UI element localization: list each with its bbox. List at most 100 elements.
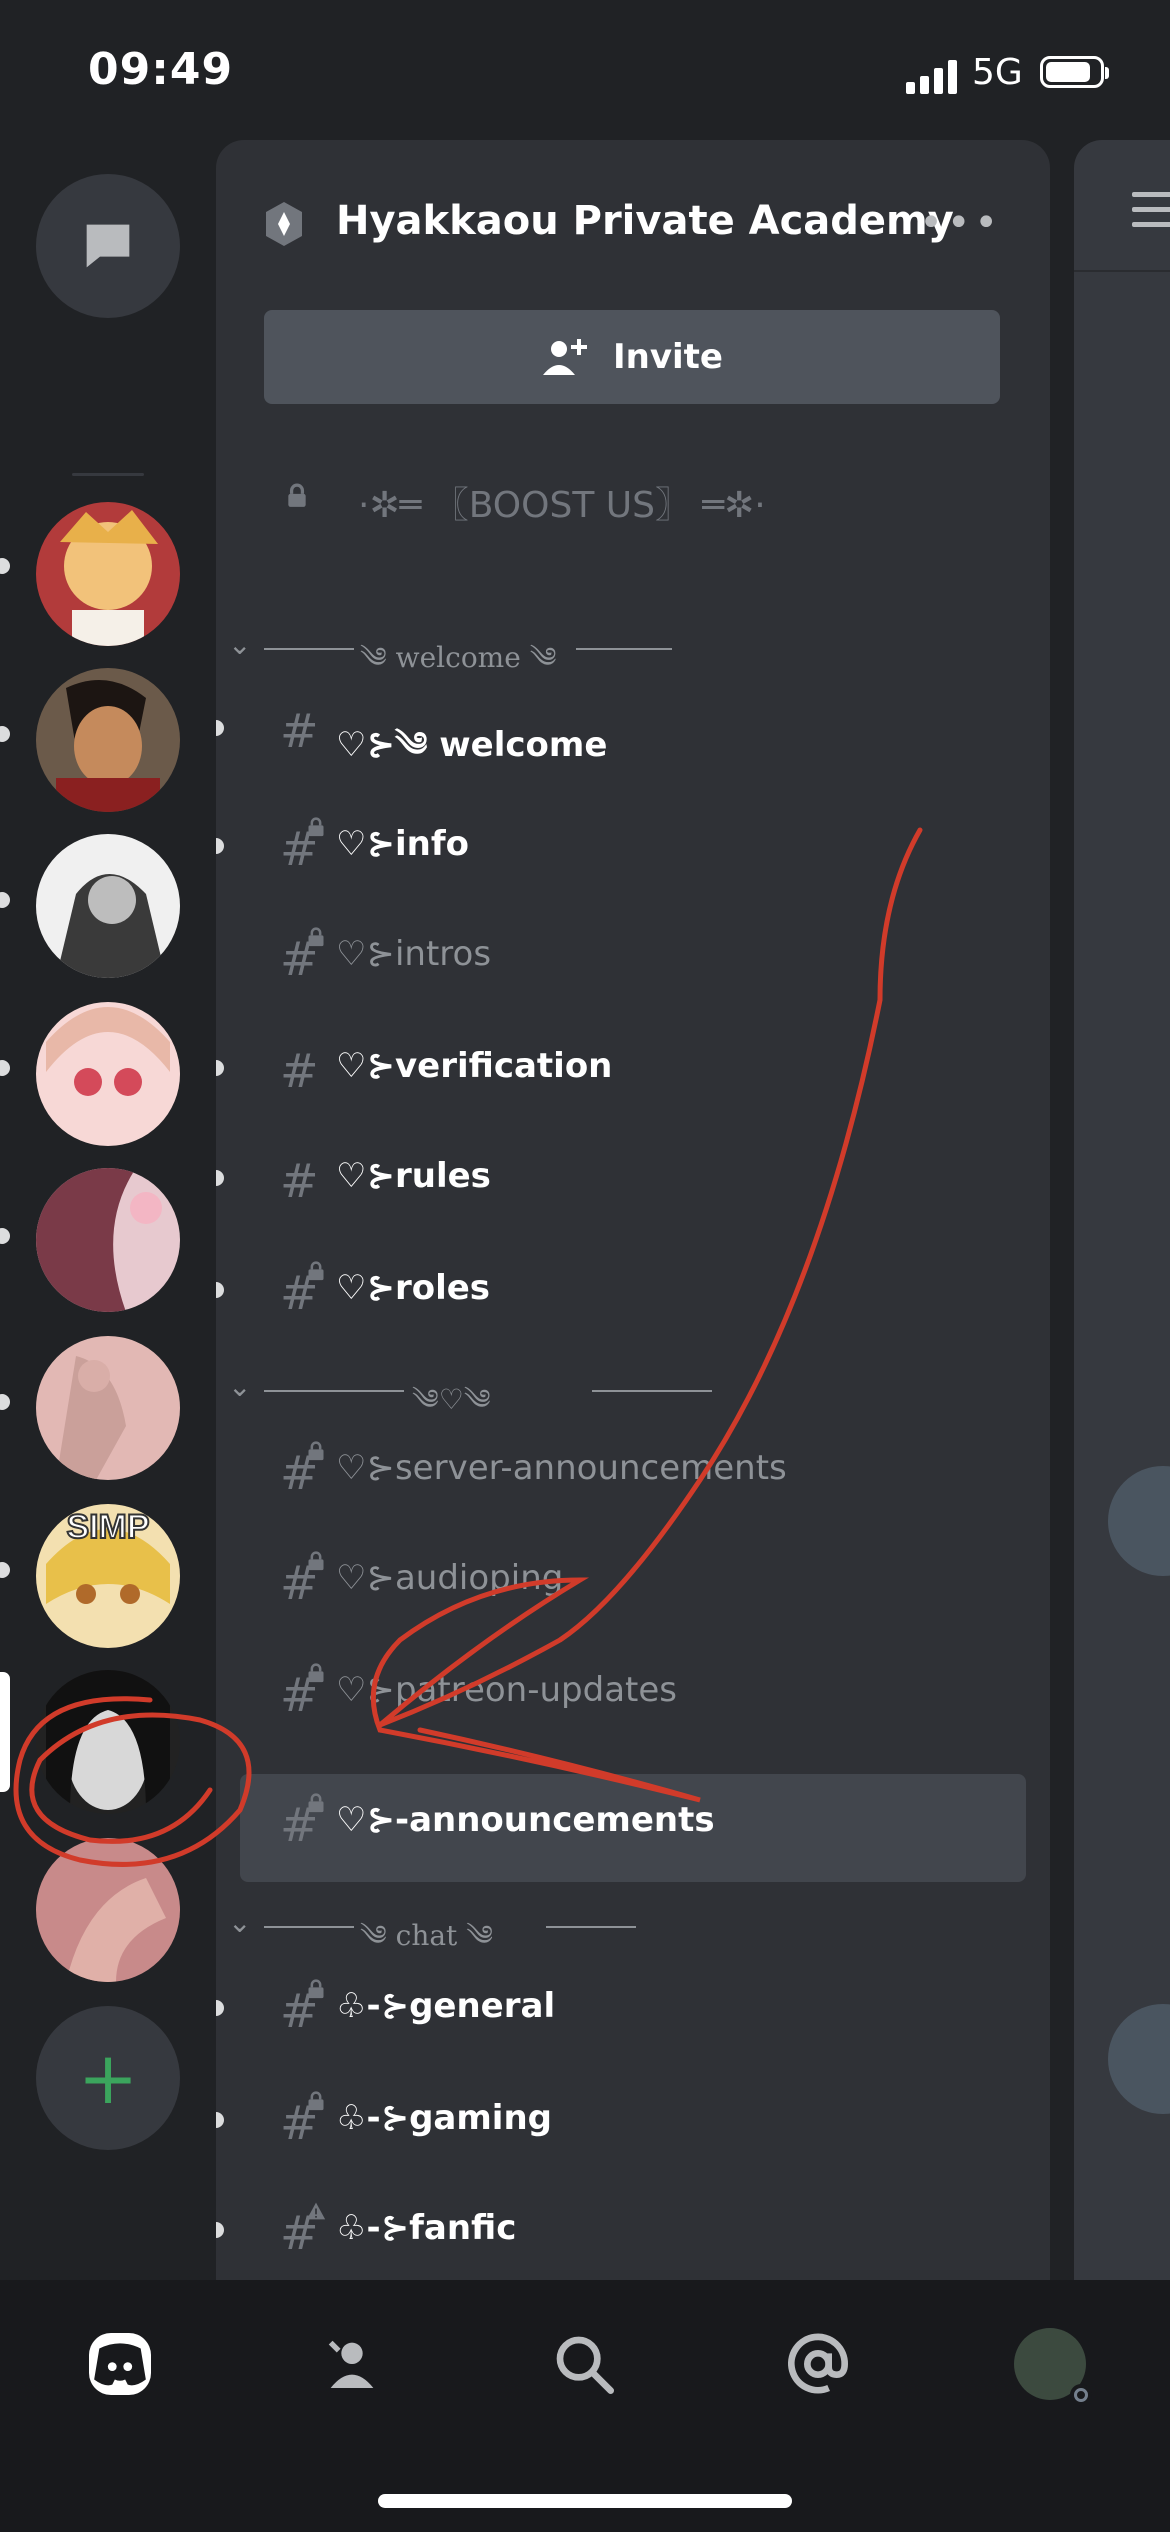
boost-badge-icon bbox=[266, 202, 302, 246]
server-avatar-image bbox=[36, 668, 180, 812]
server-avatar-image bbox=[36, 1670, 180, 1814]
add-server-button[interactable]: + bbox=[36, 2006, 180, 2150]
lock-icon bbox=[308, 817, 324, 837]
boost-channel[interactable]: ·✲═ 〖BOOST US〗 ═✲· bbox=[240, 448, 1026, 538]
channel-row[interactable]: # ♧-⊱fanfic bbox=[216, 2176, 1026, 2280]
svg-text:SIMP: SIMP bbox=[66, 1508, 149, 1546]
server-icon-2[interactable] bbox=[36, 668, 180, 812]
lock-icon bbox=[308, 1551, 324, 1571]
lock-icon bbox=[308, 2091, 324, 2111]
unread-indicator bbox=[0, 1394, 10, 1410]
category-welcome[interactable]: ⌄ ༄ welcome ༄ bbox=[216, 618, 1050, 678]
at-sign-icon bbox=[788, 2333, 849, 2394]
unread-indicator bbox=[0, 1228, 10, 1244]
unread-indicator bbox=[216, 2112, 224, 2128]
server-avatar-image bbox=[36, 834, 180, 978]
channel-row[interactable]: # ♡⊱intros bbox=[240, 902, 1026, 1010]
mentions-tab[interactable] bbox=[776, 2322, 860, 2406]
server-name: Hyakkaou Private Academy bbox=[336, 198, 954, 244]
channel-row[interactable]: # ♡⊱༄ welcome bbox=[216, 674, 1026, 782]
channel-name: ♡⊱info bbox=[336, 824, 469, 864]
invite-label: Invite bbox=[613, 337, 723, 377]
server-avatar-image bbox=[36, 1002, 180, 1146]
warning-icon bbox=[306, 2202, 326, 2220]
lock-icon bbox=[308, 1793, 324, 1813]
server-rail: SIMP + bbox=[0, 140, 216, 2280]
channel-name: ♡⊱-announcements bbox=[336, 1800, 715, 1840]
server-icon-3[interactable] bbox=[36, 834, 180, 978]
channel-row[interactable]: # ♧-⊱gaming bbox=[216, 2066, 1026, 2174]
category-chat[interactable]: ⌄ ༄ chat ༄ bbox=[216, 1896, 1050, 1956]
channel-name: ♡⊱roles bbox=[336, 1268, 491, 1308]
battery-icon bbox=[1040, 56, 1109, 88]
server-icon-9[interactable] bbox=[36, 1838, 180, 1982]
server-icon-5[interactable] bbox=[36, 1168, 180, 1312]
channel-panel: Hyakkaou Private Academy ••• Invite ·✲═ … bbox=[216, 140, 1050, 2280]
chevron-down-icon: ⌄ bbox=[228, 1906, 252, 1939]
profile-tab[interactable] bbox=[1008, 2322, 1092, 2406]
home-indicator bbox=[378, 2494, 792, 2508]
unread-indicator bbox=[0, 1060, 10, 1076]
add-person-icon bbox=[543, 339, 587, 375]
unread-indicator bbox=[216, 1170, 224, 1186]
message-avatar bbox=[1108, 2004, 1170, 2114]
server-icon-4[interactable] bbox=[36, 1002, 180, 1146]
header-divider bbox=[1074, 270, 1170, 272]
lock-icon bbox=[308, 927, 324, 947]
channel-row[interactable]: # ♡⊱info bbox=[216, 792, 1026, 900]
channel-row[interactable]: # ♧-⊱general bbox=[216, 1954, 1026, 2062]
more-options-button[interactable]: ••• bbox=[919, 200, 1002, 246]
channel-name: ♧-⊱gaming bbox=[336, 2098, 552, 2138]
channel-name: ♡⊱audioping bbox=[336, 1558, 564, 1598]
channel-row[interactable]: # ♡⊱verification bbox=[216, 1014, 1026, 1122]
unread-indicator bbox=[216, 720, 224, 736]
lock-icon bbox=[308, 1979, 324, 1999]
text-channel-icon: # bbox=[280, 1044, 319, 1098]
channel-row-selected[interactable]: # ♡⊱-announcements bbox=[240, 1774, 1026, 1882]
channel-row[interactable]: # ♡⊱patreon-updates bbox=[240, 1638, 1026, 1746]
boost-label: ·✲═ 〖BOOST US〗 ═✲· bbox=[358, 485, 766, 526]
channel-name: ♧-⊱fanfic bbox=[336, 2208, 517, 2248]
unread-indicator bbox=[0, 558, 10, 574]
server-avatar-image bbox=[36, 1168, 180, 1312]
server-icon-1[interactable] bbox=[36, 502, 180, 646]
unread-indicator bbox=[0, 1562, 10, 1578]
category-divider[interactable]: ⌄ ༄♡༄ bbox=[216, 1360, 1050, 1420]
channel-row[interactable]: # ♡⊱audioping bbox=[240, 1526, 1026, 1634]
channel-name: ♧-⊱general bbox=[336, 1986, 556, 2026]
server-avatar-image bbox=[36, 1336, 180, 1480]
status-time: 09:49 bbox=[88, 44, 234, 95]
server-avatar-image bbox=[36, 1838, 180, 1982]
signal-icon bbox=[906, 58, 962, 94]
server-icon-7[interactable]: SIMP bbox=[36, 1504, 180, 1648]
server-icon-6[interactable] bbox=[36, 1336, 180, 1480]
server-header[interactable]: Hyakkaou Private Academy ••• bbox=[216, 140, 1050, 310]
friends-icon bbox=[328, 2340, 374, 2388]
search-icon bbox=[556, 2336, 614, 2394]
unread-indicator bbox=[216, 838, 224, 854]
text-channel-icon: # bbox=[280, 704, 319, 758]
chevron-down-icon: ⌄ bbox=[228, 1370, 252, 1403]
invite-button[interactable]: Invite bbox=[264, 310, 1000, 404]
direct-messages-button[interactable] bbox=[36, 174, 180, 318]
channel-name: ♡⊱patreon-updates bbox=[336, 1670, 677, 1710]
rail-divider bbox=[72, 473, 144, 476]
plus-icon: + bbox=[77, 2036, 139, 2120]
home-tab[interactable] bbox=[78, 2322, 162, 2406]
channel-name: ♡⊱rules bbox=[336, 1156, 491, 1196]
friends-tab[interactable] bbox=[310, 2322, 394, 2406]
chat-bubble-icon bbox=[86, 224, 130, 268]
message-avatar bbox=[1108, 1466, 1170, 1576]
lock-icon bbox=[308, 1261, 324, 1281]
search-tab[interactable] bbox=[542, 2322, 626, 2406]
profile-avatar bbox=[1014, 2328, 1092, 2406]
channel-name: ♡⊱verification bbox=[336, 1046, 613, 1086]
network-label: 5G bbox=[972, 52, 1023, 93]
channel-row[interactable]: # ♡⊱rules bbox=[216, 1124, 1026, 1232]
channel-row[interactable]: # ♡⊱server-announcements bbox=[240, 1416, 1026, 1524]
chat-panel-edge[interactable] bbox=[1074, 140, 1170, 2280]
channel-row[interactable]: # ♡⊱roles bbox=[216, 1236, 1026, 1344]
status-idle-icon bbox=[1070, 2384, 1092, 2406]
lock-icon bbox=[288, 483, 306, 507]
server-icon-8[interactable] bbox=[36, 1670, 180, 1814]
